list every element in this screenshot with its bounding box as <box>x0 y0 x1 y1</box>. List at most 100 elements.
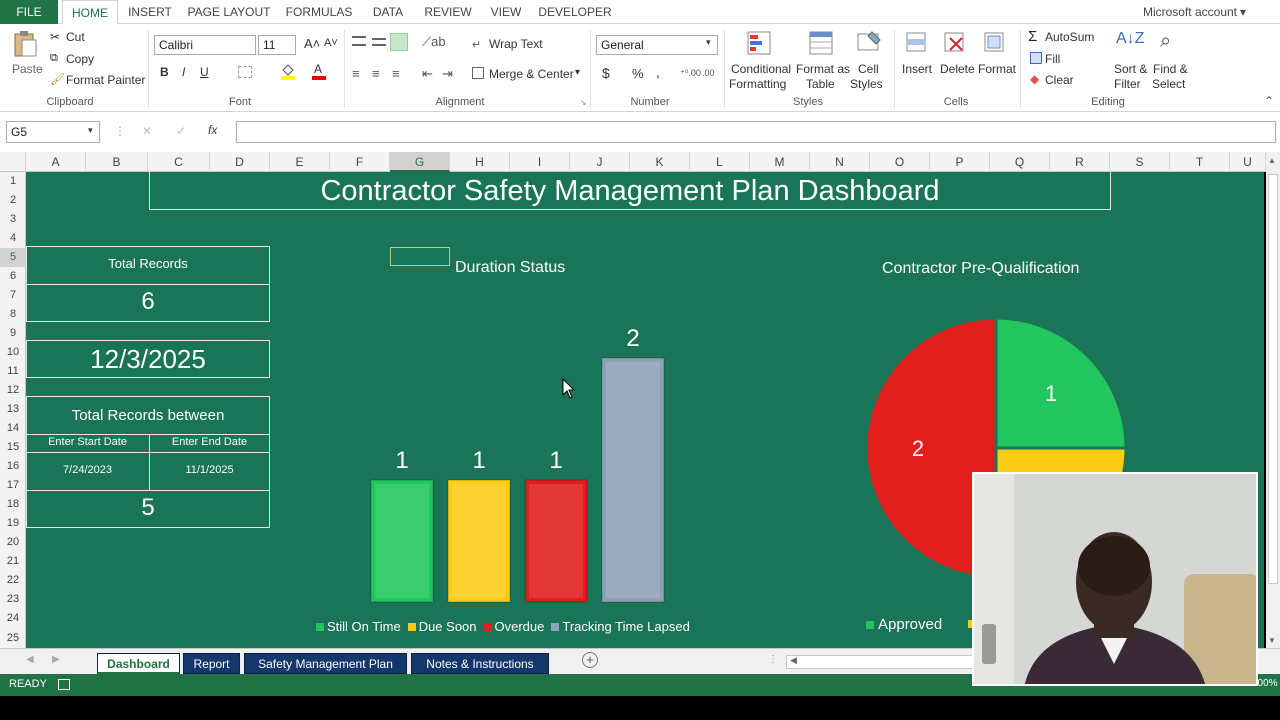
column-header[interactable]: M <box>750 152 810 172</box>
insert-function-icon[interactable]: fx <box>208 123 217 137</box>
align-top-icon[interactable] <box>352 36 366 46</box>
row-header[interactable]: 3 <box>0 210 26 229</box>
autosum-button[interactable]: AutoSum <box>1045 30 1094 44</box>
sheet-tab-dashboard[interactable]: Dashboard <box>97 653 180 674</box>
account-dropdown-icon[interactable]: ▾ <box>1238 0 1248 24</box>
borders-icon[interactable] <box>238 66 252 78</box>
bar-tracking-time-lapsed[interactable] <box>601 357 665 603</box>
row-header[interactable]: 11 <box>0 362 26 381</box>
find-select-label[interactable]: Find & <box>1153 62 1188 76</box>
currency-button[interactable]: $ <box>602 65 610 81</box>
insert-button[interactable]: Insert <box>902 62 932 76</box>
row-header[interactable]: 14 <box>0 419 26 438</box>
increase-indent-icon[interactable]: ⇥ <box>442 66 453 82</box>
binoculars-icon[interactable]: ⌕ <box>1160 30 1171 53</box>
name-box-dropdown-icon[interactable]: ▾ <box>88 125 93 136</box>
column-header[interactable]: J <box>570 152 630 172</box>
column-header[interactable]: O <box>870 152 930 172</box>
column-header[interactable]: H <box>450 152 510 172</box>
dialog-launcher-icon[interactable]: ↘ <box>580 98 587 107</box>
tab-formulas[interactable]: FORMULAS <box>284 0 354 24</box>
column-header[interactable]: D <box>210 152 270 172</box>
cell-styles-label-2[interactable]: Styles <box>850 77 883 91</box>
format-cells-icon[interactable] <box>982 30 1008 56</box>
column-header[interactable]: S <box>1110 152 1170 172</box>
number-format-dropdown-icon[interactable]: ▾ <box>706 37 711 48</box>
row-header-selected[interactable]: 5 <box>0 248 26 267</box>
prev-sheet-icon[interactable]: ◀ <box>26 654 34 665</box>
align-bottom-icon[interactable] <box>390 33 408 51</box>
row-header[interactable]: 22 <box>0 571 26 590</box>
bar-due-soon[interactable] <box>447 479 511 603</box>
selected-cell-g5[interactable] <box>390 247 450 266</box>
column-header[interactable]: T <box>1170 152 1230 172</box>
cancel-icon[interactable]: ✕ <box>142 124 152 138</box>
cut-button[interactable]: Cut <box>66 30 85 44</box>
sheet-tab-report[interactable]: Report <box>183 653 240 674</box>
column-header[interactable]: P <box>930 152 990 172</box>
column-header[interactable]: L <box>690 152 750 172</box>
delete-button[interactable]: Delete <box>940 62 975 76</box>
increase-decimal-icon[interactable]: ⁺⁰.00 <box>680 68 701 79</box>
sort-filter-label[interactable]: Sort & <box>1114 62 1147 76</box>
enter-icon[interactable]: ✓ <box>176 124 186 138</box>
insert-cells-icon[interactable] <box>904 30 930 56</box>
sheet-tab-notes[interactable]: Notes & Instructions <box>411 653 549 674</box>
number-format-select[interactable]: General <box>596 35 718 55</box>
column-header[interactable]: K <box>630 152 690 172</box>
tab-data[interactable]: DATA <box>368 0 408 24</box>
sort-filter-icon[interactable]: A↓Z <box>1116 30 1144 48</box>
increase-font-icon[interactable]: A˄ <box>304 36 320 51</box>
row-header[interactable]: 9 <box>0 324 26 343</box>
cell-styles-icon[interactable] <box>856 30 884 56</box>
align-center-icon[interactable]: ≡ <box>372 66 380 81</box>
column-header[interactable]: U <box>1230 152 1266 172</box>
format-button[interactable]: Format <box>978 62 1016 76</box>
tab-home[interactable]: HOME <box>62 0 118 24</box>
tab-page-layout[interactable]: PAGE LAYOUT <box>186 0 272 24</box>
account-link[interactable]: Microsoft account <box>1140 0 1240 24</box>
align-right-icon[interactable]: ≡ <box>392 66 400 81</box>
decrease-font-icon[interactable]: A˅ <box>324 37 338 49</box>
row-header[interactable]: 8 <box>0 305 26 324</box>
row-header[interactable]: 25 <box>0 628 26 648</box>
fill-color-icon[interactable] <box>280 62 295 80</box>
clear-button[interactable]: Clear <box>1045 73 1074 87</box>
bar-overdue[interactable] <box>524 479 588 603</box>
align-left-icon[interactable]: ≡ <box>352 66 360 81</box>
row-header[interactable]: 17 <box>0 476 26 495</box>
scroll-left-icon[interactable]: ◀ <box>790 655 797 666</box>
column-header[interactable]: B <box>86 152 148 172</box>
row-header[interactable]: 1 <box>0 172 26 191</box>
font-color-icon[interactable]: A <box>312 62 326 80</box>
formula-input[interactable] <box>236 121 1276 143</box>
column-header[interactable]: Q <box>990 152 1050 172</box>
row-header[interactable]: 6 <box>0 267 26 286</box>
row-header[interactable]: 2 <box>0 191 26 210</box>
percent-button[interactable]: % <box>632 66 644 81</box>
column-header-selected[interactable]: G <box>390 152 450 172</box>
column-header[interactable]: F <box>330 152 390 172</box>
conditional-formatting-icon[interactable] <box>746 30 774 56</box>
scroll-thumb[interactable] <box>1268 174 1278 584</box>
tab-review[interactable]: REVIEW <box>422 0 474 24</box>
comma-button[interactable]: , <box>656 64 660 80</box>
column-header[interactable]: A <box>26 152 86 172</box>
tab-file[interactable]: FILE <box>0 0 58 24</box>
column-header[interactable]: I <box>510 152 570 172</box>
copy-button[interactable]: Copy <box>66 52 94 66</box>
pie-slice-approved[interactable] <box>994 316 1128 450</box>
horizontal-scrollbar[interactable] <box>786 655 976 669</box>
row-header[interactable]: 7 <box>0 286 26 305</box>
row-header[interactable]: 23 <box>0 590 26 609</box>
vertical-scrollbar[interactable]: ▲ ▼ <box>1266 152 1280 648</box>
cell-styles-label[interactable]: Cell <box>858 62 879 76</box>
scroll-down-icon[interactable]: ▼ <box>1268 636 1276 645</box>
collapse-ribbon-icon[interactable]: ⌃ <box>1264 94 1274 108</box>
conditional-formatting-label-2[interactable]: Formatting <box>729 77 786 91</box>
find-select-label-2[interactable]: Select <box>1152 77 1185 91</box>
paste-icon[interactable] <box>12 30 38 58</box>
column-header[interactable]: E <box>270 152 330 172</box>
scroll-up-icon[interactable]: ▲ <box>1268 156 1276 165</box>
row-header[interactable]: 18 <box>0 495 26 514</box>
